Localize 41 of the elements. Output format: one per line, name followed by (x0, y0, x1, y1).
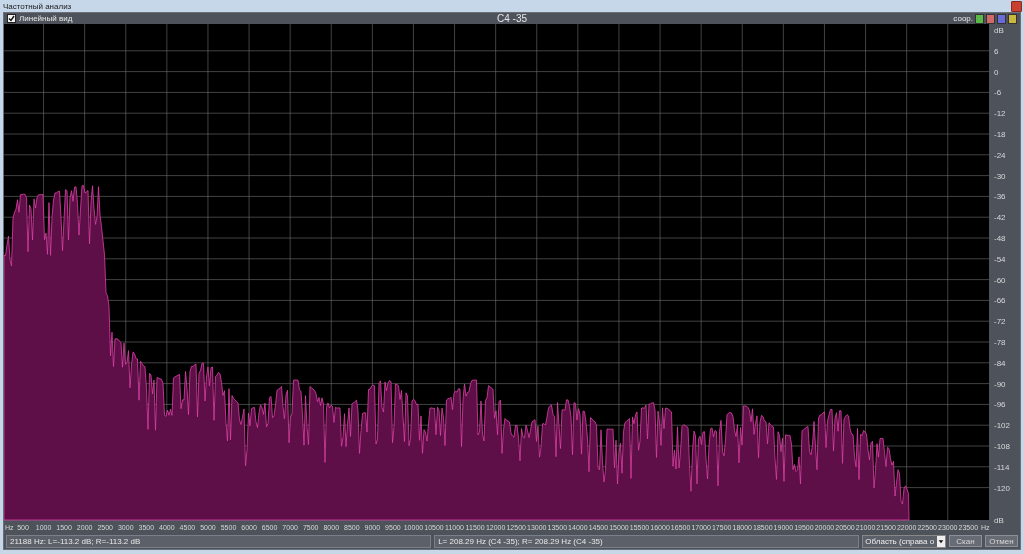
check-icon (8, 15, 15, 22)
close-button[interactable] (1011, 0, 1022, 12)
checkbox-label: Линейный вид (19, 14, 73, 23)
y-tick-label: -72 (994, 317, 1006, 327)
y-tick-label: -6 (994, 88, 1002, 98)
y-tick-label: -102 (994, 421, 1010, 431)
y-tick-label: -42 (994, 213, 1006, 223)
y-tick-label: -66 (994, 296, 1006, 306)
y-tick-label: -90 (994, 379, 1006, 389)
y-tick-label: -30 (994, 171, 1006, 181)
y-tick-label: -54 (994, 254, 1006, 264)
y-tick-label: -78 (994, 338, 1006, 347)
action-button[interactable]: Отмен (984, 535, 1018, 547)
range-dropdown[interactable]: Область (справа о (862, 534, 946, 548)
y-tick-label: -84 (994, 358, 1006, 368)
hold-label: соор. (953, 14, 973, 23)
window-title: Частотный анализ (3, 1, 72, 11)
hold-button[interactable] (975, 13, 984, 24)
y-tick-label: -18 (994, 130, 1006, 139)
y-tick-label: -12 (994, 109, 1006, 119)
peak-readout: L= 208.29 Hz (C4 -35); R= 208.29 Hz (C4 -35) (434, 534, 860, 548)
hold-button[interactable] (1008, 13, 1017, 24)
hold-button[interactable] (986, 13, 995, 24)
checkbox[interactable] (7, 14, 16, 23)
y-tick-label: -36 (994, 192, 1006, 202)
y-tick-label: -120 (994, 483, 1010, 493)
caret-icon (936, 535, 945, 547)
y-tick-label: dB (994, 26, 1004, 35)
y-tick-label: -96 (994, 400, 1006, 410)
y-tick-label: -24 (994, 150, 1006, 160)
chart-title: C4 -35 (496, 13, 528, 24)
action-button[interactable]: Скан (948, 535, 982, 547)
y-tick-label: -48 (994, 234, 1006, 243)
y-tick-label: -114 (994, 462, 1010, 472)
y-tick-label: -60 (994, 275, 1006, 285)
y-tick-label: 0 (994, 67, 999, 77)
hold-button[interactable] (997, 13, 1006, 24)
y-tick-label: dB (994, 516, 1004, 525)
y-tick-label: -108 (994, 442, 1010, 451)
cursor-readout: 21188 Hz: L=-113.2 dB; R=-113.2 dB (6, 534, 432, 548)
y-tick-label: 6 (994, 46, 999, 56)
